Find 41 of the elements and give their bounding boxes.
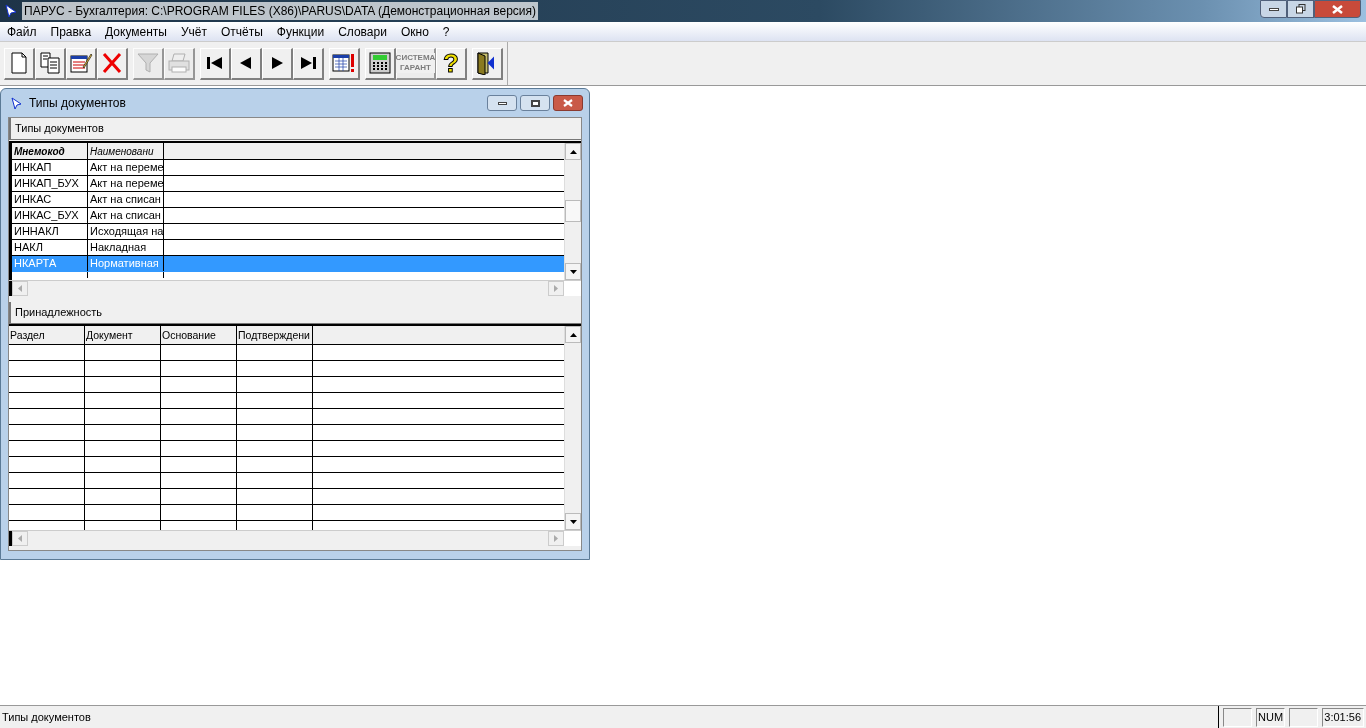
table-cell: ИНКАС — [12, 192, 88, 207]
menu-item[interactable]: Правка — [50, 22, 92, 41]
table-cell: Накладная — [88, 240, 164, 255]
column-header[interactable]: Подтверждени — [237, 326, 313, 344]
table-cell: Акт на переме — [88, 176, 164, 191]
garant-logo: СИСТЕМА ГАРАНТ — [395, 53, 436, 73]
table-cell: ИНКАС_БУХ — [12, 208, 88, 223]
table-row[interactable]: ИННАКЛ Исходящая на — [12, 224, 564, 240]
status-text: Типы документов — [1, 709, 92, 725]
table-cell: НКАРТА — [12, 256, 88, 271]
menu-item[interactable]: Отчёты — [220, 22, 263, 41]
column-header[interactable]: Наименовани — [88, 143, 164, 159]
column-header[interactable]: Раздел — [9, 326, 85, 344]
child-window-title: Типы документов — [29, 95, 126, 112]
column-header[interactable]: Основание — [161, 326, 237, 344]
menu-item[interactable]: Учёт — [180, 22, 207, 41]
menu-item[interactable]: Окно — [400, 22, 429, 41]
table-row[interactable]: ИНКАС Акт на списан — [12, 192, 564, 208]
window-title: ПАРУС - Бухгалтерия: C:\PROGRAM FILES (X86)\PARUS\DATA (Демонстрационная версия) — [22, 2, 538, 20]
table-cell: Акт на переме — [88, 160, 164, 175]
help-glyph: ? — [443, 50, 459, 76]
table-row[interactable]: ИНКАП Акт на переме — [12, 160, 564, 176]
table-cell: НАКЛ — [12, 240, 88, 255]
column-header[interactable]: Мнемокод — [12, 143, 88, 159]
column-header[interactable]: Документ — [85, 326, 161, 344]
num-lock-indicator: NUM — [1256, 707, 1285, 727]
menu-item[interactable]: Документы — [105, 22, 167, 41]
table-cell: ИНКАП — [12, 160, 88, 175]
clock: 3:01:56 — [1322, 707, 1364, 727]
menu-item[interactable]: Функции — [276, 22, 325, 41]
table-row[interactable]: ИНКАС_БУХ Акт на списан — [12, 208, 564, 224]
table-cell: Акт на списан — [88, 192, 164, 207]
table-cell: Нормативная — [88, 256, 164, 271]
table-cell: Исходящая на — [88, 224, 164, 239]
table-cell: ИННАКЛ — [12, 224, 88, 239]
table-cell: ИНКАП_БУХ — [12, 176, 88, 191]
menu-item[interactable]: ? — [442, 22, 450, 41]
table-row[interactable]: ИНКАП_БУХ Акт на переме — [12, 176, 564, 192]
table-cell: Акт на списан — [88, 208, 164, 223]
menu-item[interactable]: Файл — [7, 22, 37, 41]
menu-item[interactable]: Словари — [338, 22, 387, 41]
